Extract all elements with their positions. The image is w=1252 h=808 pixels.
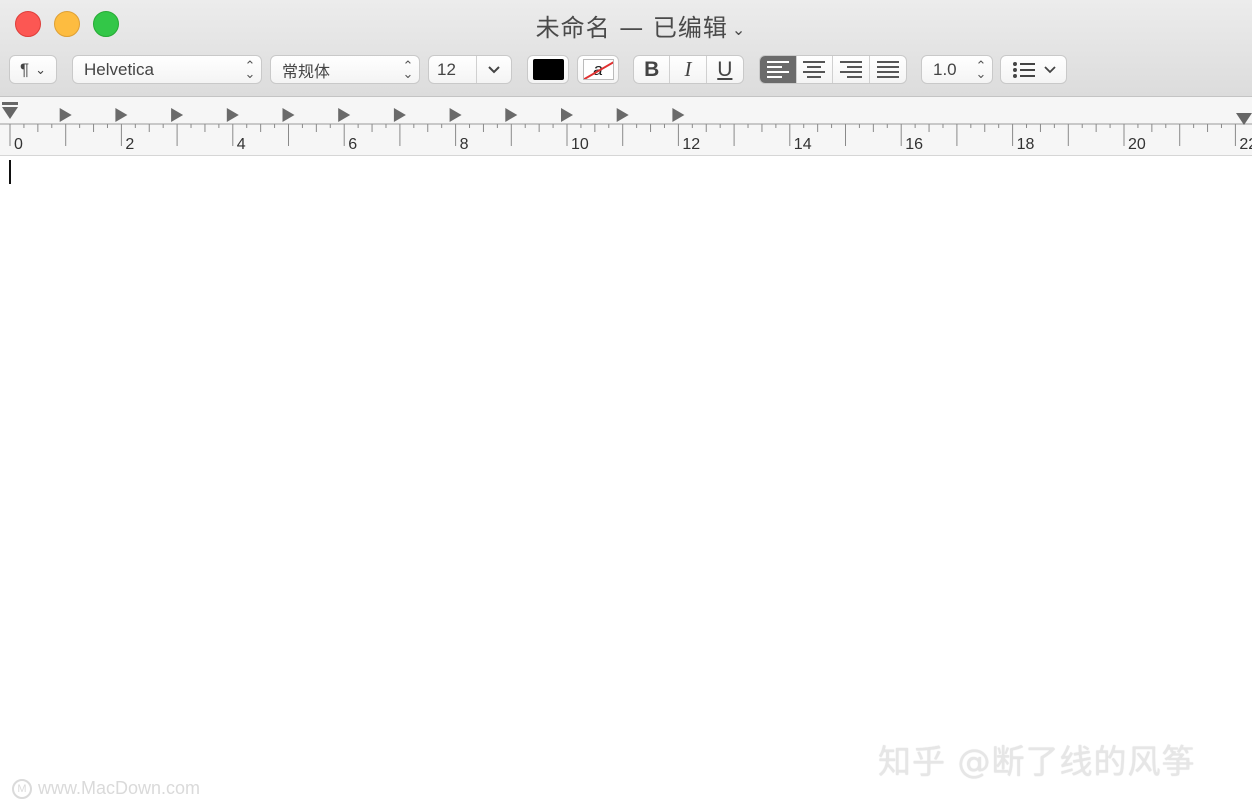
macdown-watermark: M www.MacDown.com <box>12 778 200 799</box>
tab-stop-marker[interactable] <box>449 108 462 122</box>
tab-stop-marker[interactable] <box>561 108 573 122</box>
ruler-label: 22 <box>1239 136 1252 153</box>
font-family-select[interactable]: Helvetica ⌃ ⌄ <box>72 55 262 84</box>
tab-stop-marker[interactable] <box>171 108 184 122</box>
font-size-input[interactable]: 12 <box>429 56 477 83</box>
ruler-label: 4 <box>237 136 246 153</box>
ruler-label: 0 <box>14 136 23 153</box>
chevron-down-icon <box>1043 65 1056 73</box>
tab-stop-marker[interactable] <box>282 108 295 122</box>
left-indent-marker[interactable] <box>2 107 18 119</box>
align-center-icon <box>803 61 826 78</box>
alignment-group <box>759 55 907 84</box>
tab-stop-marker[interactable] <box>393 108 406 122</box>
chevron-down-icon: ⌄ <box>731 19 747 39</box>
paragraph-styles-button[interactable]: ¶ ⌄ <box>9 55 57 84</box>
tab-stop-marker[interactable] <box>338 108 351 122</box>
align-left-button[interactable] <box>760 56 797 83</box>
tab-stop-marker[interactable] <box>115 108 128 122</box>
paragraph-icon: ¶ <box>19 59 30 79</box>
bulleted-list-icon <box>1012 61 1035 78</box>
align-right-icon <box>839 61 862 78</box>
ruler[interactable]: 0 2 4 6 8 10 12 14 16 18 20 22 <box>0 97 1252 156</box>
text-cursor <box>9 160 11 184</box>
up-down-arrows-icon: ⌃ ⌄ <box>975 57 987 81</box>
ruler-label: 2 <box>125 136 134 153</box>
font-size-dropdown-button[interactable] <box>477 56 511 83</box>
list-bullets-button[interactable] <box>1000 55 1067 84</box>
tab-stop-marker[interactable] <box>59 108 72 122</box>
underline-button[interactable]: U <box>707 56 743 83</box>
text-color-well[interactable] <box>527 55 569 84</box>
align-center-button[interactable] <box>797 56 833 83</box>
zhihu-watermark: 知乎 @断了线的风筝 <box>878 742 1196 781</box>
text-background-color-well[interactable]: a <box>577 55 619 84</box>
align-left-icon <box>766 61 789 78</box>
bold-button[interactable]: B <box>634 56 671 83</box>
ruler-label: 18 <box>1017 136 1035 153</box>
macdown-logo-icon: M <box>12 778 32 799</box>
up-down-arrows-icon: ⌃ ⌄ <box>402 57 414 81</box>
up-down-arrows-icon: ⌃ ⌄ <box>244 57 256 81</box>
ruler-graphic: 0 2 4 6 8 10 12 14 16 18 20 22 <box>0 102 1252 153</box>
ruler-label: 12 <box>682 136 700 153</box>
text-color-swatch <box>532 59 564 80</box>
tab-stop-marker[interactable] <box>616 108 629 122</box>
no-background-color-icon: a <box>582 59 614 80</box>
window-title[interactable]: 未命名 — 已编辑 ⌄ <box>0 8 1252 43</box>
ruler-label: 10 <box>571 136 589 153</box>
ruler-label: 16 <box>905 136 923 153</box>
window-title-text: 未命名 — 已编辑 <box>535 14 728 42</box>
font-style-select[interactable]: 常规体 ⌃ ⌄ <box>270 55 420 84</box>
tab-stop-marker[interactable] <box>672 108 685 122</box>
tab-stop-marker[interactable] <box>505 108 518 122</box>
ruler-label: 14 <box>794 136 812 153</box>
right-indent-marker[interactable] <box>1236 113 1252 125</box>
window-titlebar: 未命名 — 已编辑 ⌄ ¶ ⌄ Helvetica ⌃ ⌄ 常规体 ⌃ ⌄ 12 a … <box>0 0 1252 97</box>
ruler-label: 20 <box>1128 136 1146 153</box>
line-spacing-value: 1.0 <box>933 59 957 79</box>
tab-stop-marker[interactable] <box>226 108 239 122</box>
italic-button[interactable]: I <box>670 56 707 83</box>
chevron-down-icon <box>488 65 500 73</box>
font-style-value: 常规体 <box>282 61 331 81</box>
text-style-group: B I U <box>633 55 744 84</box>
align-right-button[interactable] <box>833 56 870 83</box>
font-size-combo[interactable]: 12 <box>428 55 512 84</box>
line-spacing-select[interactable]: 1.0 ⌃ ⌄ <box>921 55 993 84</box>
font-family-value: Helvetica <box>84 59 154 79</box>
document-text-area[interactable] <box>0 156 1252 808</box>
justify-icon <box>876 61 899 78</box>
macdown-watermark-text: www.MacDown.com <box>38 778 201 798</box>
justify-button[interactable] <box>870 56 906 83</box>
first-line-indent-marker[interactable] <box>2 102 18 105</box>
ruler-label: 6 <box>348 136 357 153</box>
ruler-label: 8 <box>460 136 469 153</box>
chevron-down-icon: ⌄ <box>35 61 47 77</box>
